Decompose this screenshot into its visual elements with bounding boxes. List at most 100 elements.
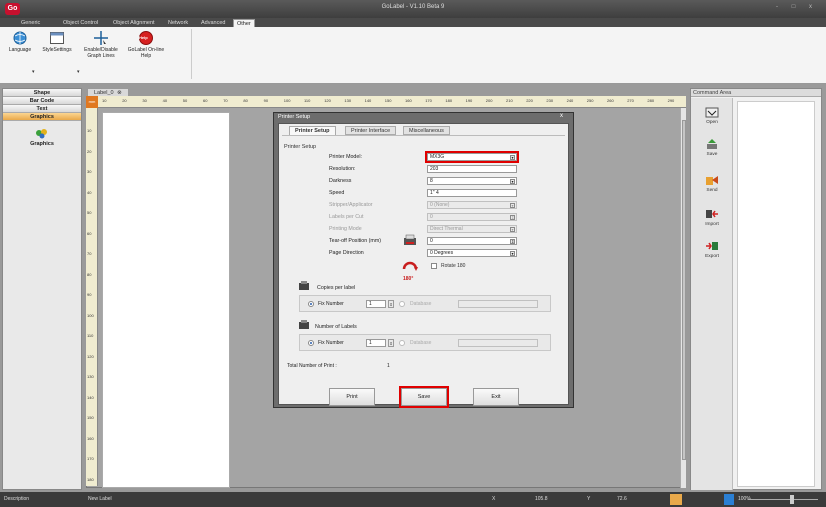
ruler-tick-label: 110 — [87, 333, 94, 338]
zoom-slider-handle[interactable] — [790, 495, 794, 504]
tab-divider — [282, 135, 565, 136]
tab-object-alignment[interactable]: Object Alignment — [110, 19, 158, 27]
labels-input[interactable]: 1 — [366, 339, 386, 347]
printer-setup-group-label: Printer Setup — [284, 144, 317, 150]
labels-stepper[interactable]: ⇕ — [388, 339, 394, 347]
status-bar: Description New Label X 105.8 Y 72.6 100… — [0, 492, 826, 507]
vertical-scrollbar[interactable] — [680, 108, 686, 488]
chevron-down-icon[interactable]: ▾ — [510, 251, 515, 256]
copies-input[interactable]: 1 — [366, 300, 386, 308]
rotate-badge: 180° — [403, 276, 414, 282]
ruler-tick-label: 160 — [87, 435, 94, 441]
stepper-icon: ⇕ — [510, 215, 515, 220]
graphics-tool[interactable]: Graphics — [3, 121, 81, 147]
labels-fix-number-radio[interactable] — [308, 340, 314, 346]
import-button[interactable]: Import — [691, 208, 733, 227]
save-cmd-button[interactable]: Save — [691, 138, 733, 157]
exit-button[interactable]: Exit — [473, 388, 519, 406]
stepper-icon[interactable]: ⇕ — [510, 239, 515, 244]
copies-database-label: Database — [410, 301, 432, 307]
label-canvas[interactable] — [102, 112, 230, 488]
command-area: Command Area Open Save Send Import Expor… — [690, 88, 822, 490]
tab-generic[interactable]: Generic — [18, 19, 43, 27]
page-direction-select[interactable]: 0 Degrees ▾ — [427, 249, 517, 257]
tab-printer-setup[interactable]: Printer Setup — [289, 126, 336, 135]
tab-printer-interface[interactable]: Printer Interface — [345, 126, 397, 135]
export-button[interactable]: Export — [691, 240, 733, 259]
darkness-value: 8 — [430, 178, 433, 184]
command-editor[interactable] — [737, 101, 815, 487]
ruler-tick-label: 50 — [87, 210, 92, 215]
dialog-close-button[interactable]: x — [560, 113, 563, 119]
ruler-tick-label: 280 — [647, 98, 655, 103]
tab-other[interactable]: Other — [233, 19, 255, 27]
open-button[interactable]: Open — [691, 106, 733, 125]
command-area-title: Command Area — [691, 89, 821, 97]
ruler-tick-label: 10 — [87, 128, 92, 133]
ruler-tick-label: 150 — [87, 415, 94, 420]
window-controls[interactable]: - □ x — [776, 4, 818, 10]
printer-model-value: MX3G — [430, 154, 445, 160]
ruler-tick-label: 140 — [364, 98, 372, 103]
tab-advanced[interactable]: Advanced — [198, 19, 228, 27]
labels-database-select — [458, 339, 538, 347]
labels-per-cut-label: Labels per Cut — [329, 214, 364, 220]
ruler-tick-label: 20 — [87, 148, 92, 154]
graph-lines-button[interactable]: Enable/Disable Graph Lines — [78, 31, 124, 59]
document-tab[interactable]: Label_0 ⊗ — [87, 88, 129, 96]
copies-fix-number-radio[interactable] — [308, 301, 314, 307]
page-direction-label: Page Direction — [329, 250, 364, 256]
ruler-tick-label: 130 — [87, 374, 94, 379]
darkness-select[interactable]: 8 ▾ — [427, 177, 517, 185]
ruler-tick-label: 260 — [607, 98, 614, 103]
chevron-down-icon[interactable]: ▾ — [510, 155, 515, 160]
language-button[interactable]: Language — [4, 31, 36, 54]
ruler-tick-label: 10 — [102, 98, 107, 103]
ruler-tick-label: 170 — [87, 456, 94, 461]
labels-per-cut-value: 0 — [430, 214, 433, 220]
ruler-tick-label: 110 — [304, 98, 311, 103]
printer-model-label: Printer Model: — [329, 154, 362, 160]
save-button[interactable]: Save — [399, 386, 449, 408]
section-graphics[interactable]: Graphics — [3, 113, 81, 121]
speed-field[interactable]: 1" 4 — [427, 189, 517, 197]
group-expander-icon[interactable]: ▾ — [32, 69, 35, 75]
chevron-down-icon[interactable]: ▾ — [510, 179, 515, 184]
copies-database-select — [458, 300, 538, 308]
grid-icon[interactable] — [670, 494, 682, 505]
ruler-tick-label: 170 — [425, 98, 432, 103]
ruler-tick-label: 90 — [263, 98, 269, 103]
printer-model-select[interactable]: MX3G ▾ — [425, 151, 519, 163]
section-shape[interactable]: Shape — [3, 89, 81, 97]
rotate-180-label: Rotate 180 — [441, 263, 466, 269]
tab-network[interactable]: Network — [165, 19, 191, 27]
speed-label: Speed — [329, 190, 345, 196]
ribbon: Language StyleSettings Enable/Disable Gr… — [0, 27, 826, 84]
tab-miscellaneous[interactable]: Miscellaneous — [403, 126, 450, 135]
zoom-slider[interactable] — [748, 499, 818, 500]
tear-off-position-field[interactable]: 0 ⇕ — [427, 237, 517, 245]
group-expander-icon[interactable]: ▾ — [77, 69, 80, 75]
resolution-field[interactable]: 203 — [427, 165, 517, 173]
save-icon — [707, 139, 717, 149]
print-button[interactable]: Print — [329, 388, 375, 406]
section-text[interactable]: Text — [3, 105, 81, 113]
fit-page-icon[interactable] — [724, 494, 734, 505]
copies-stepper[interactable]: ⇕ — [388, 300, 394, 308]
graphics-icon — [36, 129, 47, 139]
send-button[interactable]: Send — [691, 174, 733, 193]
rotate-180-checkbox[interactable] — [431, 263, 437, 269]
tab-object-control[interactable]: Object Control — [60, 19, 101, 27]
style-settings-button[interactable]: StyleSettings — [38, 31, 76, 54]
ruler-tick-label: 220 — [526, 98, 533, 103]
description-value: New Label — [88, 496, 112, 502]
ruler-tick-label: 80 — [243, 98, 248, 103]
command-buttons: Open Save Send Import Export — [691, 98, 733, 490]
printer-setup-dialog: Printer Setup x Printer Setup Printer In… — [273, 112, 574, 408]
ruler-tick-label: 60 — [203, 98, 208, 103]
scroll-thumb[interactable] — [682, 120, 686, 460]
section-bar-code[interactable]: Bar Code — [3, 97, 81, 105]
printer-icon — [404, 234, 416, 245]
copies-group: Fix Number 1 ⇕ Database — [299, 295, 551, 312]
labels-database-radio — [399, 340, 405, 346]
